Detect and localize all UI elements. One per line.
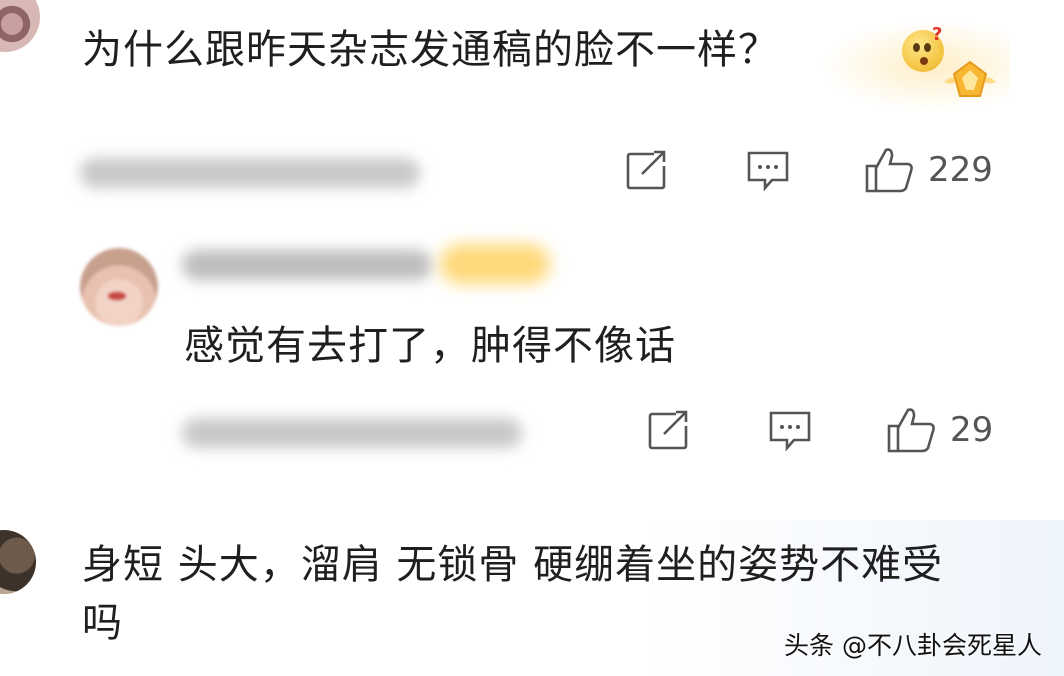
thumbs-up-icon: [864, 146, 914, 194]
like-count: 229: [928, 150, 993, 190]
comment-text: 感觉有去打了，肿得不像话: [184, 323, 676, 369]
watermark: 头条 @不八卦会死星人: [784, 631, 1042, 660]
avatar[interactable]: [80, 248, 158, 326]
thumbs-up-icon: [886, 406, 936, 454]
comment-text: 为什么跟昨天杂志发通稿的脸不一样？: [82, 27, 779, 73]
share-button[interactable]: [646, 410, 690, 450]
comment-button[interactable]: [746, 150, 790, 192]
comment-meta-blurred: [182, 418, 522, 448]
comment-meta-blurred: [80, 158, 420, 188]
share-icon: [624, 150, 668, 190]
comment-icon: [768, 410, 812, 452]
vip-badge-blurred: [440, 244, 550, 284]
comment-icon: [746, 150, 790, 192]
vip-medal-icon: [940, 56, 1000, 106]
share-icon: [646, 410, 690, 450]
comment-button[interactable]: [768, 410, 812, 452]
like-button[interactable]: 229: [864, 146, 993, 194]
username-blurred[interactable]: [182, 250, 432, 280]
like-button[interactable]: 29: [886, 406, 993, 454]
share-button[interactable]: [624, 150, 668, 190]
confused-face-emoji-icon: ?: [902, 24, 944, 72]
like-count: 29: [950, 410, 994, 450]
